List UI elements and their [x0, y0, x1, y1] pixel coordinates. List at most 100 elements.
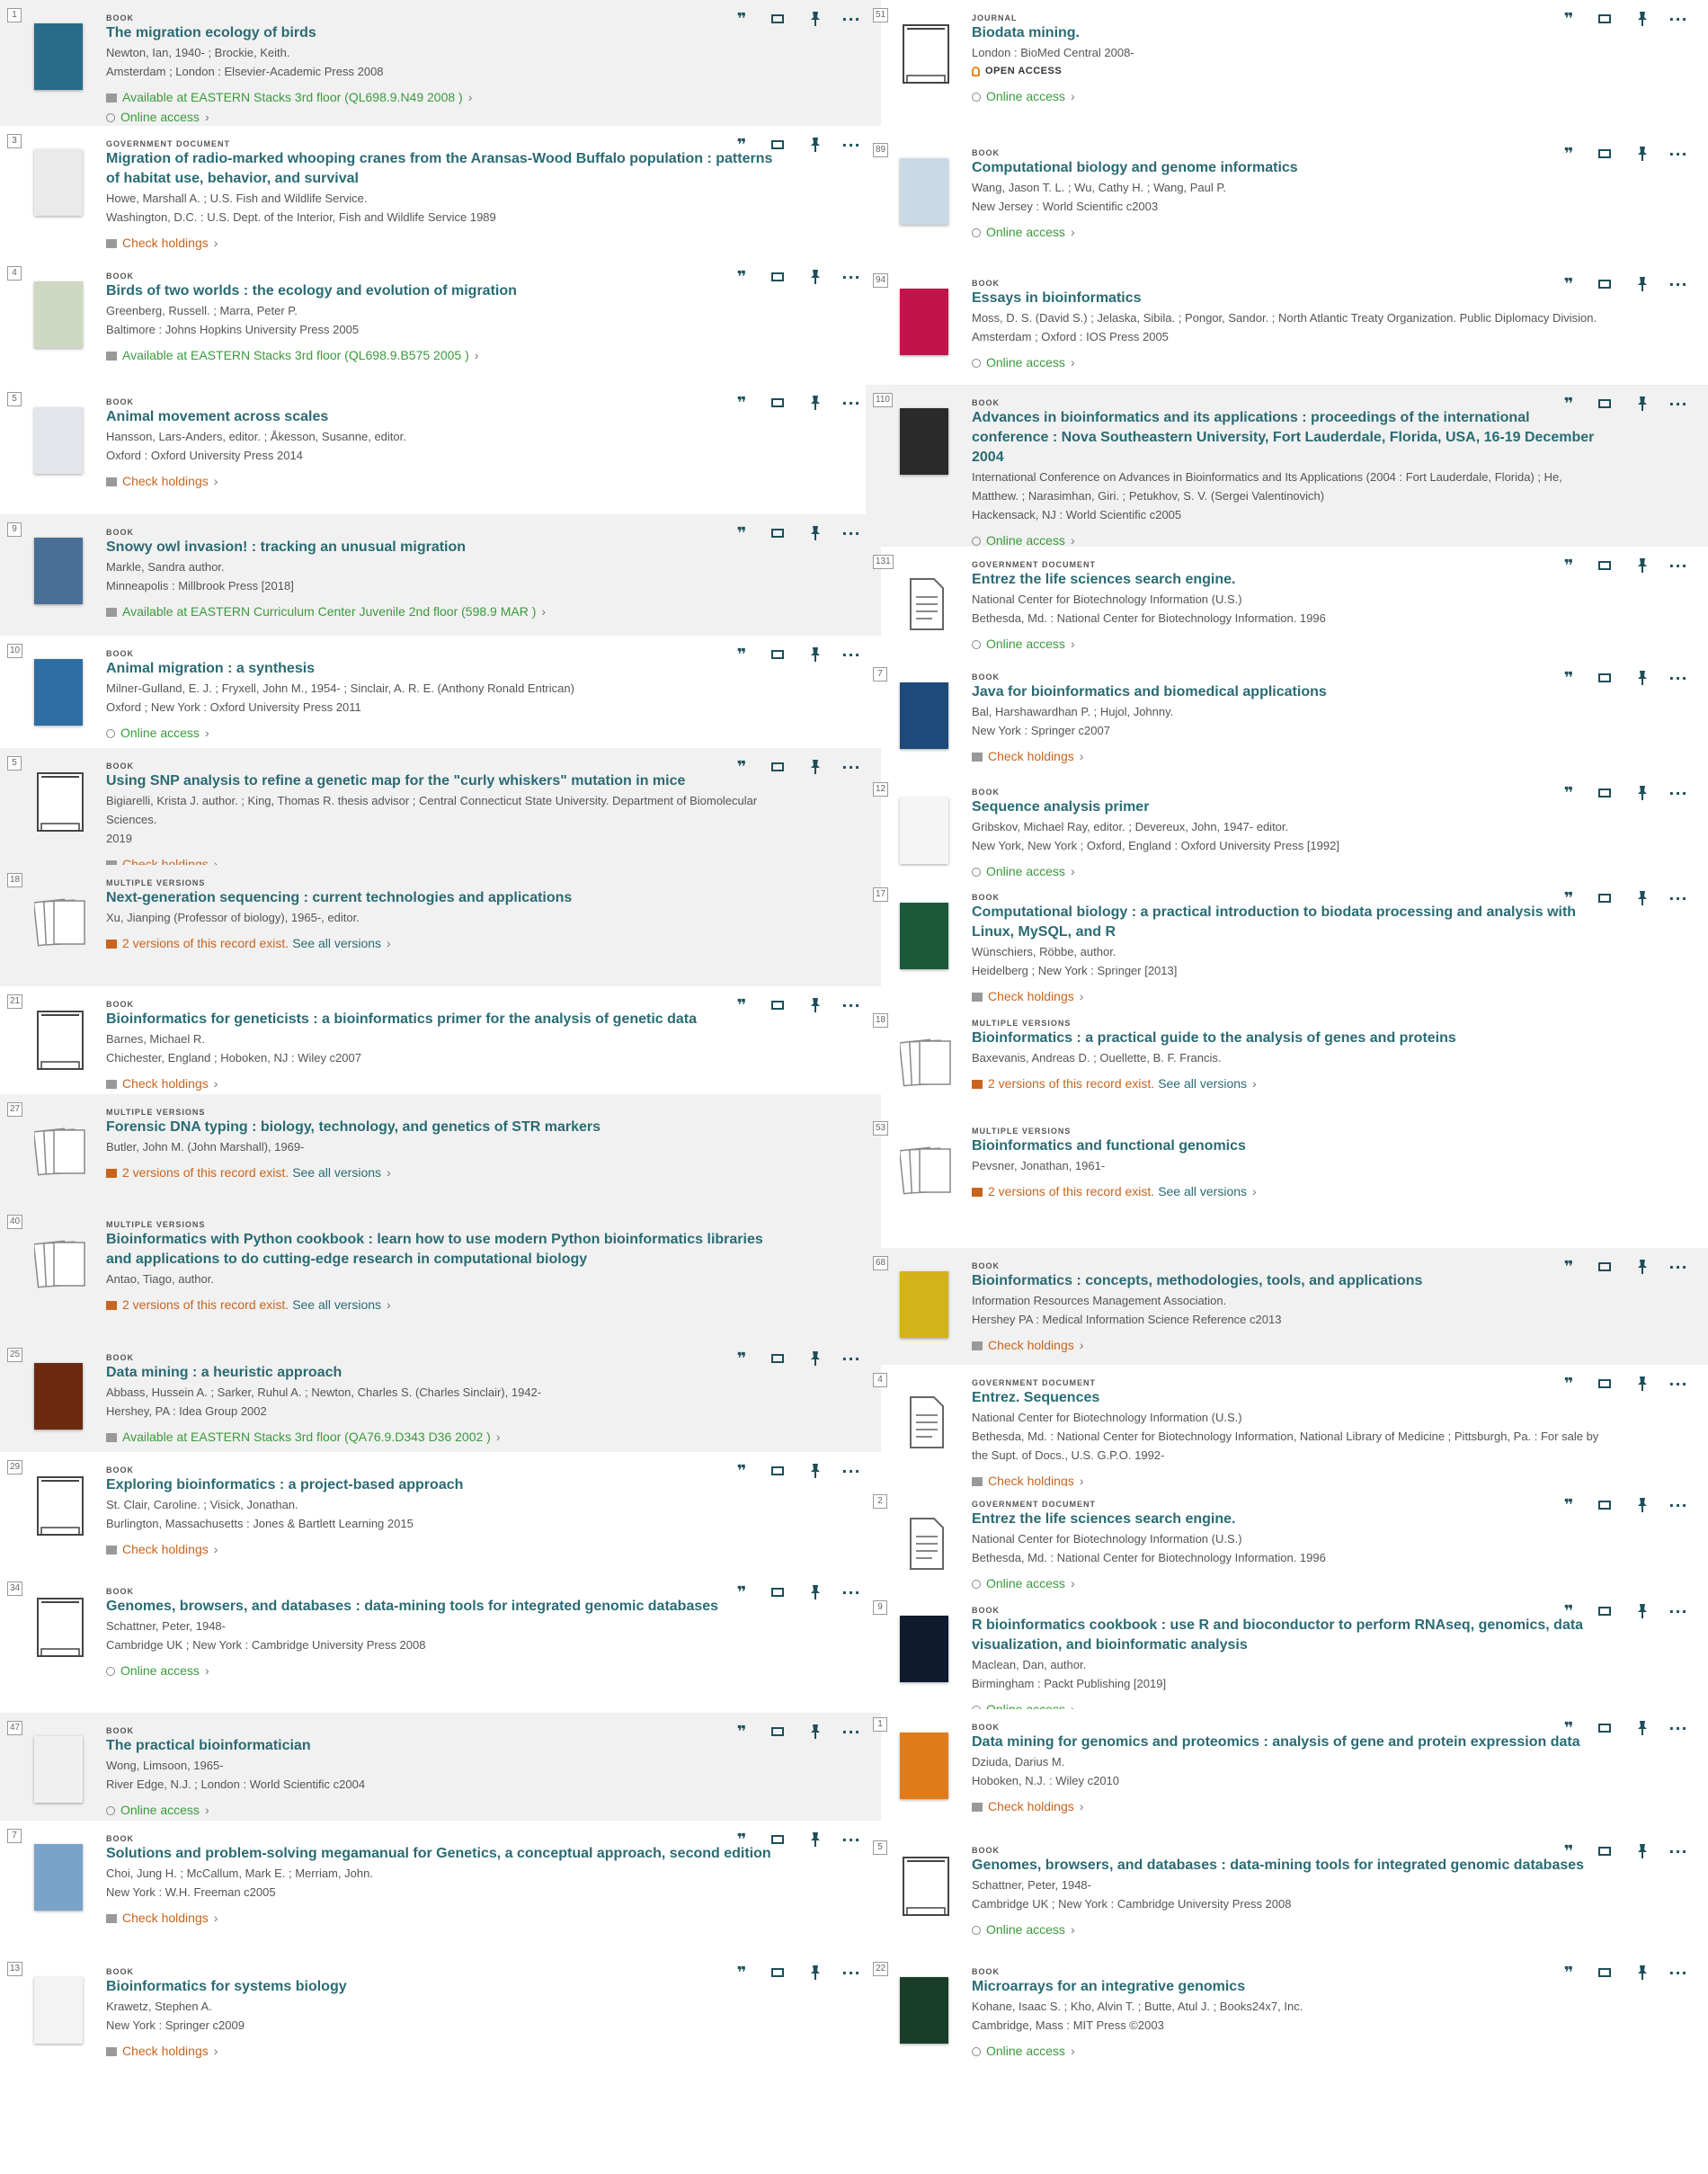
more-options-icon[interactable]: ···: [1668, 1603, 1688, 1621]
result-item[interactable]: 68 BOOK Bioinformatics : concepts, methodo…: [866, 1248, 1708, 1365]
cite-icon[interactable]: ❞: [732, 1965, 752, 1982]
availability-status[interactable]: Online access ›: [972, 862, 1602, 879]
email-icon[interactable]: [768, 269, 787, 287]
more-options-icon[interactable]: ···: [841, 137, 861, 155]
result-item[interactable]: 5 BOOK Animal movement across scales Hansso…: [0, 384, 881, 514]
availability-status[interactable]: Check holdings ›: [106, 1909, 775, 1927]
book-placeholder-icon[interactable]: [34, 1472, 86, 1546]
book-cover-image[interactable]: [34, 538, 83, 604]
pin-icon[interactable]: [805, 759, 825, 777]
record-title-link[interactable]: Exploring bioinformatics : a project-bas…: [106, 1475, 775, 1495]
pin-icon[interactable]: [805, 1831, 825, 1849]
cite-icon[interactable]: ❞: [1559, 1720, 1579, 1738]
availability-status[interactable]: Available at EASTERN Curriculum Center J…: [106, 602, 775, 620]
result-item[interactable]: 5 BOOK Genomes, browsers, and databases : …: [866, 1832, 1708, 1954]
email-icon[interactable]: [768, 137, 787, 155]
book-placeholder-icon[interactable]: [900, 1852, 952, 1926]
more-options-icon[interactable]: ···: [1668, 396, 1688, 414]
result-item[interactable]: 13 BOOK Bioinformatics for systems biology…: [0, 1954, 881, 2080]
result-item[interactable]: 17 BOOK Computational biology : a practica…: [866, 879, 1708, 1005]
result-item[interactable]: 1 BOOK The migration ecology of birds Newto…: [0, 0, 881, 126]
availability-status[interactable]: Online access ›: [972, 1574, 1602, 1592]
cite-icon[interactable]: ❞: [732, 11, 752, 29]
email-icon[interactable]: [1595, 890, 1615, 908]
email-icon[interactable]: [1595, 146, 1615, 164]
availability-status[interactable]: Online access ›: [972, 87, 1602, 105]
result-item[interactable]: 9 BOOK Snowy owl invasion! : tracking an u…: [0, 514, 881, 636]
cite-icon[interactable]: ❞: [732, 395, 752, 413]
more-options-icon[interactable]: ···: [841, 1350, 861, 1368]
cite-icon[interactable]: ❞: [1559, 1843, 1579, 1861]
availability-status[interactable]: Check holdings ›: [972, 987, 1602, 1005]
cite-icon[interactable]: ❞: [1559, 276, 1579, 294]
pin-icon[interactable]: [1632, 890, 1652, 908]
more-options-icon[interactable]: ···: [841, 1463, 861, 1481]
record-title-link[interactable]: Birds of two worlds : the ecology and ev…: [106, 281, 775, 301]
cite-icon[interactable]: ❞: [732, 759, 752, 777]
email-icon[interactable]: [768, 759, 787, 777]
more-options-icon[interactable]: ···: [1668, 1497, 1688, 1515]
versions-link[interactable]: 2 versions of this record exist. See all …: [106, 934, 775, 952]
book-cover-image[interactable]: [34, 1844, 83, 1911]
result-item[interactable]: 9 BOOK R bioinformatics cookbook : use R a…: [866, 1592, 1708, 1709]
availability-status[interactable]: Online access ›: [972, 635, 1602, 653]
cite-icon[interactable]: ❞: [1559, 1497, 1579, 1515]
record-title-link[interactable]: Entrez. Sequences: [972, 1388, 1602, 1408]
pin-icon[interactable]: [1632, 670, 1652, 688]
availability-status[interactable]: Online access ›: [972, 353, 1602, 371]
availability-status[interactable]: Check holdings ›: [106, 1074, 775, 1092]
result-item[interactable]: 7 BOOK Solutions and problem-solving megam…: [0, 1821, 881, 1954]
result-item[interactable]: 53 MULTIPLE VERSIONS Bioinformatics and fu…: [866, 1113, 1708, 1248]
record-title-link[interactable]: Computational biology : a practical intr…: [972, 903, 1602, 942]
book-cover-image[interactable]: [900, 682, 948, 749]
pin-icon[interactable]: [1632, 11, 1652, 29]
availability-status[interactable]: Online access ›: [972, 531, 1602, 547]
email-icon[interactable]: [768, 395, 787, 413]
more-options-icon[interactable]: ···: [1668, 276, 1688, 294]
email-icon[interactable]: [768, 1584, 787, 1602]
more-options-icon[interactable]: ···: [841, 395, 861, 413]
more-options-icon[interactable]: ···: [1668, 785, 1688, 803]
availability-status[interactable]: Check holdings ›: [972, 1336, 1602, 1354]
pin-icon[interactable]: [805, 395, 825, 413]
cite-icon[interactable]: ❞: [732, 269, 752, 287]
more-options-icon[interactable]: ···: [841, 269, 861, 287]
more-options-icon[interactable]: ···: [1668, 1965, 1688, 1982]
record-title-link[interactable]: Bioinformatics : a practical guide to th…: [972, 1029, 1602, 1048]
more-options-icon[interactable]: ···: [841, 11, 861, 29]
multiple-versions-icon[interactable]: [32, 885, 86, 958]
email-icon[interactable]: [1595, 785, 1615, 803]
record-title-link[interactable]: Advances in bioinformatics and its appli…: [972, 408, 1602, 468]
book-cover-image[interactable]: [900, 797, 948, 864]
book-cover-image[interactable]: [900, 1271, 948, 1338]
result-item[interactable]: 34 BOOK Genomes, browsers, and databases :…: [0, 1573, 881, 1713]
record-title-link[interactable]: Biodata mining.: [972, 23, 1602, 43]
availability-status[interactable]: Check holdings ›: [106, 1540, 775, 1558]
cite-icon[interactable]: ❞: [732, 1831, 752, 1849]
more-options-icon[interactable]: ···: [1668, 1259, 1688, 1277]
result-item[interactable]: 12 BOOK Sequence analysis primer Gribskov, …: [866, 774, 1708, 879]
result-item[interactable]: 47 BOOK The practical bioinformatician Wong…: [0, 1713, 881, 1821]
multiple-versions-icon[interactable]: [898, 1025, 952, 1099]
book-placeholder-icon[interactable]: [34, 768, 86, 842]
result-item[interactable]: 18 MULTIPLE VERSIONS Next-generation seque…: [0, 865, 881, 986]
pin-icon[interactable]: [1632, 1965, 1652, 1982]
email-icon[interactable]: [768, 1724, 787, 1742]
record-title-link[interactable]: Migration of radio-marked whooping crane…: [106, 149, 775, 189]
cite-icon[interactable]: ❞: [1559, 1376, 1579, 1394]
email-icon[interactable]: [1595, 1843, 1615, 1861]
more-options-icon[interactable]: ···: [1668, 890, 1688, 908]
cite-icon[interactable]: ❞: [732, 137, 752, 155]
availability-status[interactable]: Online access ›: [972, 1700, 1602, 1709]
pin-icon[interactable]: [805, 1965, 825, 1982]
pin-icon[interactable]: [1632, 146, 1652, 164]
book-cover-image[interactable]: [34, 149, 83, 216]
book-cover-image[interactable]: [34, 281, 83, 348]
document-icon[interactable]: [900, 566, 952, 640]
more-options-icon[interactable]: ···: [841, 1965, 861, 1982]
record-title-link[interactable]: Java for bioinformatics and biomedical a…: [972, 682, 1602, 702]
versions-link[interactable]: 2 versions of this record exist. See all …: [106, 1296, 775, 1314]
more-options-icon[interactable]: ···: [1668, 670, 1688, 688]
email-icon[interactable]: [768, 1463, 787, 1481]
availability-status[interactable]: Online access ›: [972, 1920, 1602, 1938]
